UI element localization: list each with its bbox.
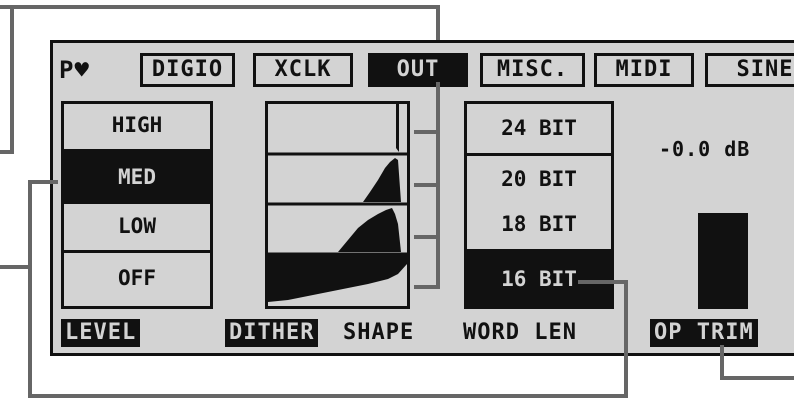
tab-xclk[interactable]: XCLK — [253, 53, 353, 87]
tab-midi[interactable]: MIDI — [594, 53, 694, 87]
word-length-option-18[interactable]: 18 BIT — [467, 202, 611, 252]
level-option-off[interactable]: OFF — [64, 253, 210, 306]
level-option-med[interactable]: MED — [64, 152, 210, 204]
word-length-option-20[interactable]: 20 BIT — [467, 156, 611, 202]
tab-out[interactable]: OUT — [368, 53, 468, 87]
callout-line — [578, 280, 626, 284]
callout-line — [28, 180, 58, 184]
dither-label: DITHER — [225, 319, 319, 347]
callout-line — [624, 280, 628, 398]
callout-line — [28, 180, 32, 398]
dither-shape-graph[interactable] — [265, 101, 410, 309]
menu-logo[interactable]: P♥ — [59, 53, 133, 87]
callout-line — [720, 345, 724, 378]
callout-line — [414, 183, 436, 187]
callout-line — [414, 130, 436, 134]
word-length-label: WORD LEN — [463, 320, 577, 345]
callout-line — [720, 376, 794, 380]
word-length-option-24[interactable]: 24 BIT — [467, 104, 611, 156]
level-option-high[interactable]: HIGH — [64, 104, 210, 152]
callout-line — [436, 82, 440, 289]
level-option-low[interactable]: LOW — [64, 204, 210, 253]
shape-label: SHAPE — [343, 320, 415, 345]
trim-value: -0.0 dB — [659, 137, 751, 161]
tab-sine[interactable]: SINE — [705, 53, 794, 87]
dither-shape-curves — [268, 104, 407, 302]
trim-meter-bar[interactable] — [698, 213, 748, 309]
callout-line — [414, 235, 436, 239]
tab-digio[interactable]: DIGIO — [140, 53, 235, 87]
word-length-option-16[interactable]: 16 BIT — [467, 252, 611, 306]
callout-line — [0, 265, 32, 269]
level-label: LEVEL — [61, 319, 141, 347]
tab-misc[interactable]: MISC. — [480, 53, 585, 87]
callout-line — [0, 5, 440, 9]
trim-label: OP TRIM — [650, 319, 758, 347]
lcd-display: P♥ DIGIO XCLK OUT MISC. MIDI SINE HIGH M… — [50, 40, 794, 356]
callout-line — [28, 394, 628, 398]
callout-line — [10, 5, 14, 154]
callout-line — [414, 285, 436, 289]
